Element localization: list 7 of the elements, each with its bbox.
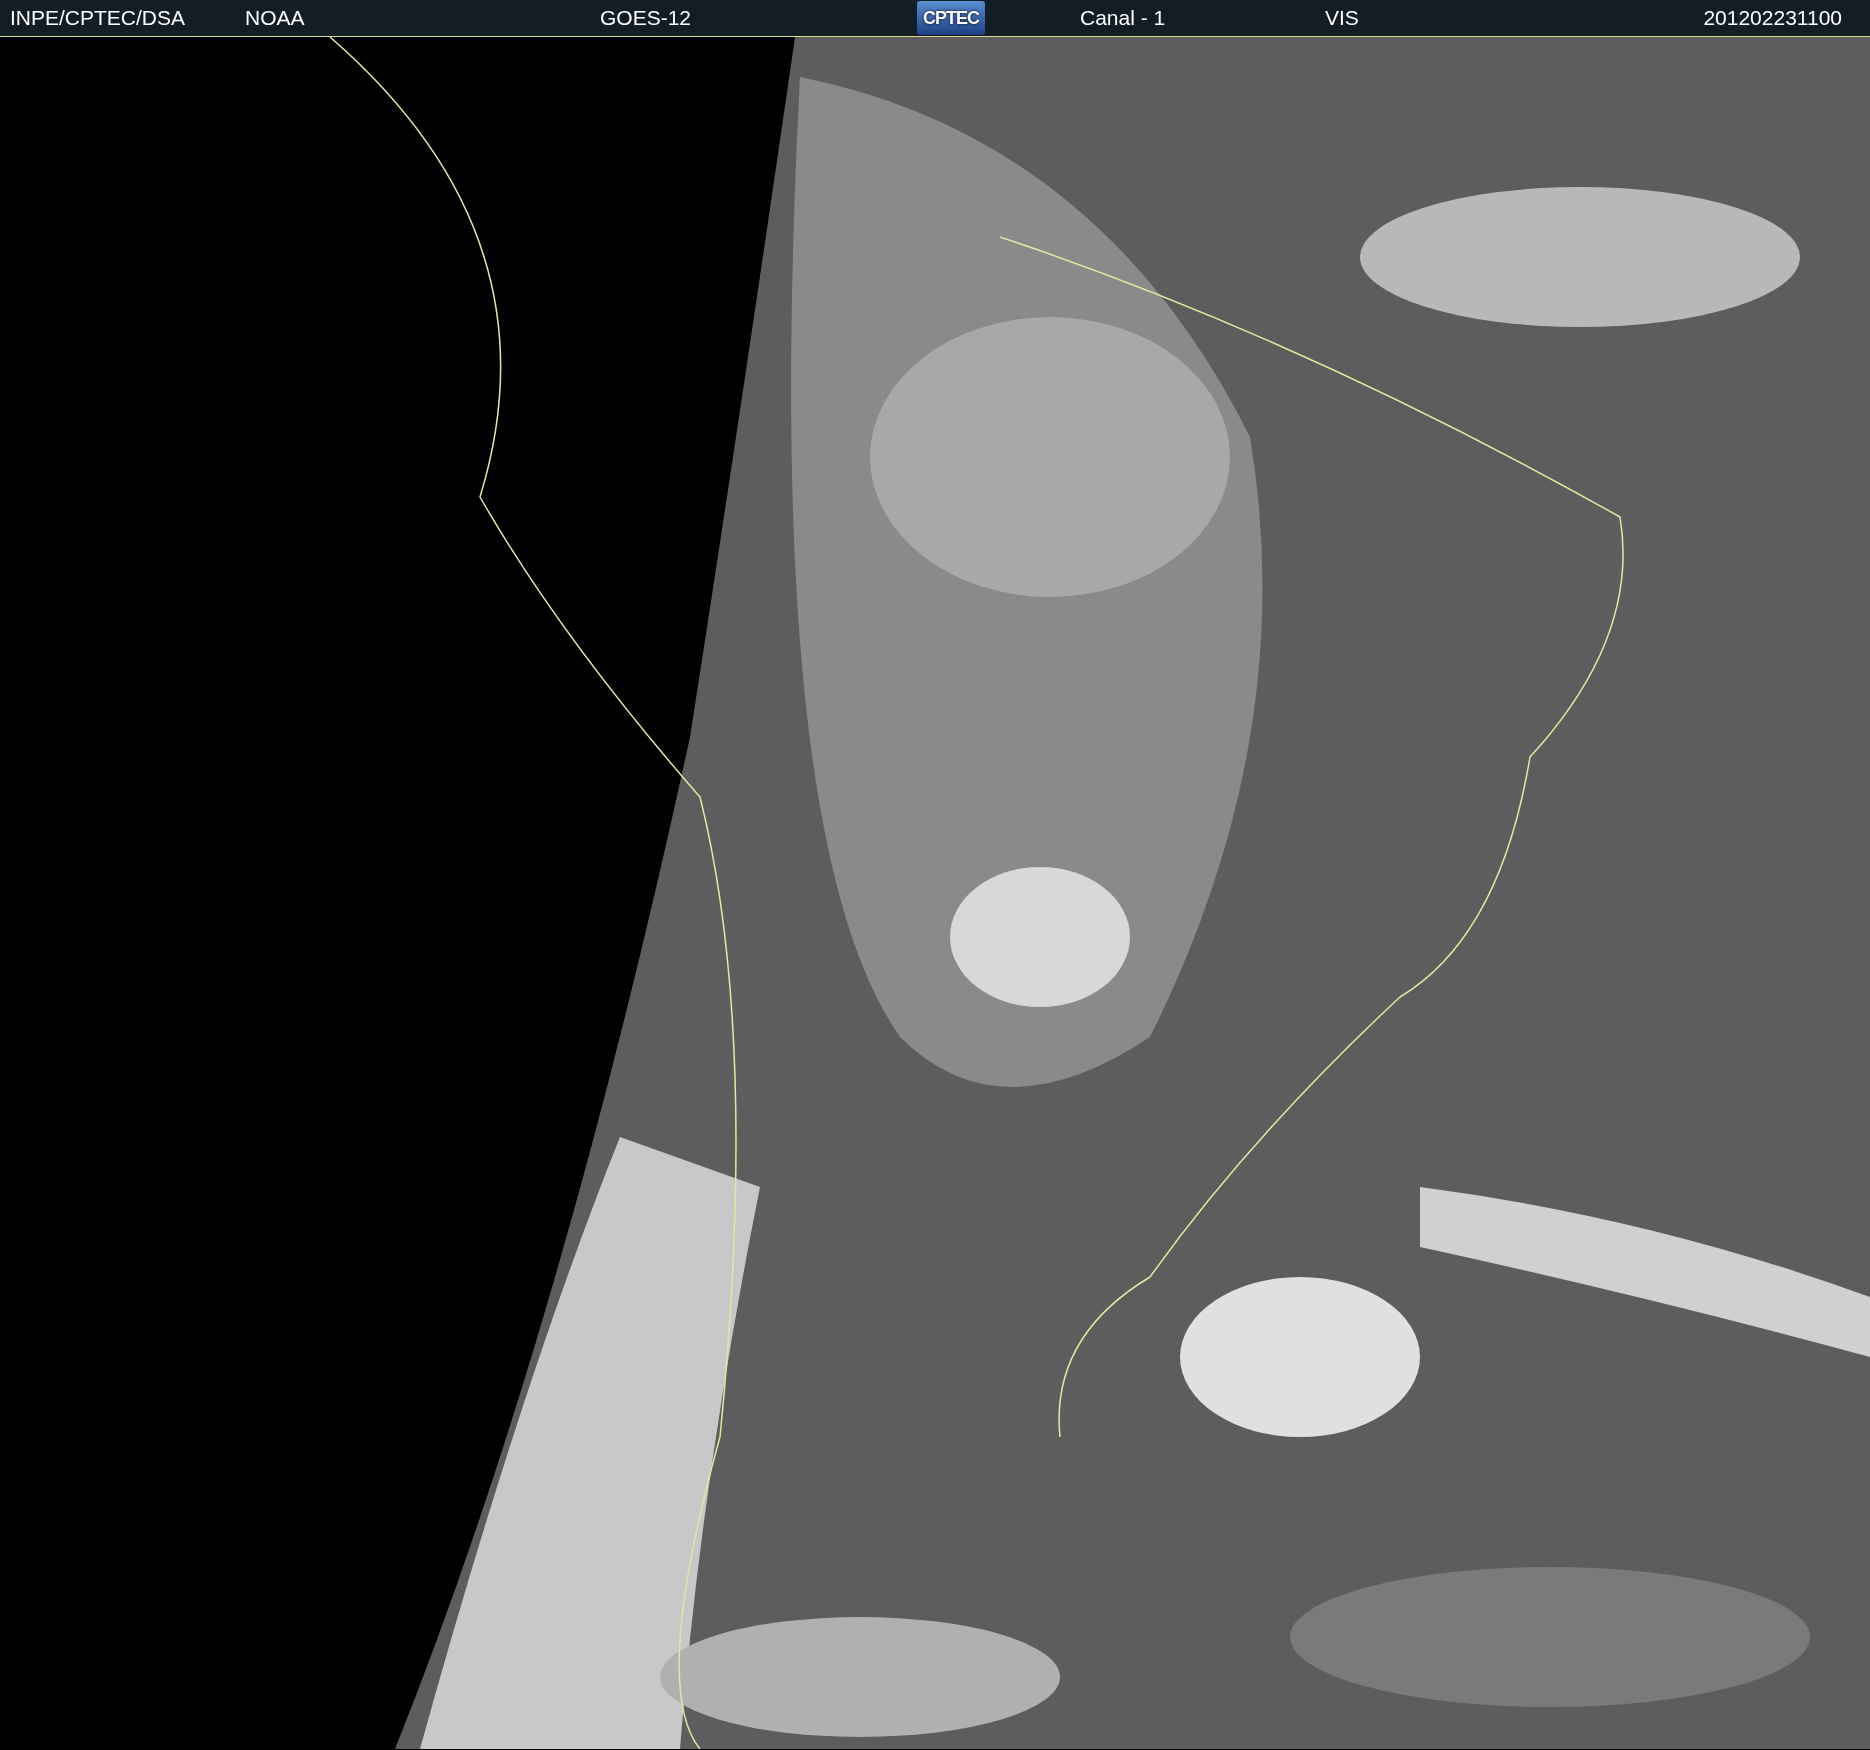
band-label: VIS [1325,5,1360,32]
timestamp-label: 201202231100 [1703,5,1842,32]
source-label: INPE/CPTEC/DSA [10,5,187,32]
logo: CPTEC [917,1,985,35]
channel-label: Canal - 1 [1080,5,1167,32]
agency-label: NOAA [245,5,306,32]
satellite-label: GOES-12 [600,5,693,32]
